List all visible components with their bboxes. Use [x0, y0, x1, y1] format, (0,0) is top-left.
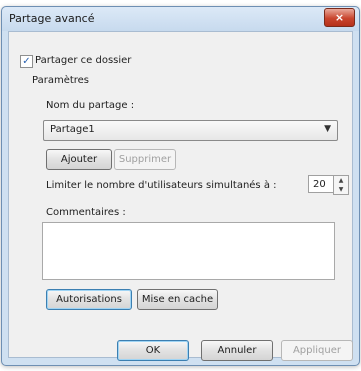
window-title: Partage avancé — [9, 12, 95, 25]
spin-up-icon[interactable]: ▲ — [334, 176, 348, 185]
close-button[interactable]: × — [324, 8, 355, 27]
caching-button-label: Mise en cache — [141, 294, 214, 305]
add-button[interactable]: Ajouter — [46, 149, 112, 170]
share-name-combobox[interactable]: Partage1 ▼ — [43, 120, 338, 141]
title-bar: Partage avancé × — [2, 7, 359, 31]
share-folder-label: Partager ce dossier — [35, 55, 132, 66]
user-limit-input[interactable]: 20 — [308, 175, 333, 193]
remove-button-label: Supprimer — [118, 154, 172, 165]
permissions-button-label: Autorisations — [56, 294, 122, 305]
add-button-label: Ajouter — [60, 154, 98, 165]
comments-field[interactable] — [42, 222, 335, 280]
user-limit-value: 20 — [313, 178, 326, 190]
share-folder-checkbox[interactable]: ✓ — [20, 55, 33, 68]
ok-button-label: OK — [145, 345, 161, 356]
remove-button: Supprimer — [114, 149, 176, 170]
user-limit-spinner[interactable]: ▲ ▼ — [333, 175, 349, 195]
checkmark-icon: ✓ — [22, 56, 31, 67]
permissions-button[interactable]: Autorisations — [46, 289, 132, 310]
settings-group-label: Paramètres — [32, 75, 90, 86]
ok-button[interactable]: OK — [117, 340, 189, 361]
caching-button[interactable]: Mise en cache — [137, 289, 218, 310]
comments-label: Commentaires : — [46, 207, 126, 218]
cancel-button-label: Annuler — [217, 345, 257, 356]
cancel-button[interactable]: Annuler — [201, 340, 273, 361]
apply-button: Appliquer — [281, 340, 353, 361]
share-name-label: Nom du partage : — [46, 100, 135, 111]
share-name-value: Partage1 — [50, 124, 95, 135]
spin-down-icon[interactable]: ▼ — [334, 185, 348, 194]
user-limit-label: Limiter le nombre d'utilisateurs simulta… — [46, 180, 277, 191]
apply-button-label: Appliquer — [292, 345, 342, 356]
close-icon: × — [334, 11, 345, 24]
chevron-down-icon: ▼ — [324, 124, 331, 134]
